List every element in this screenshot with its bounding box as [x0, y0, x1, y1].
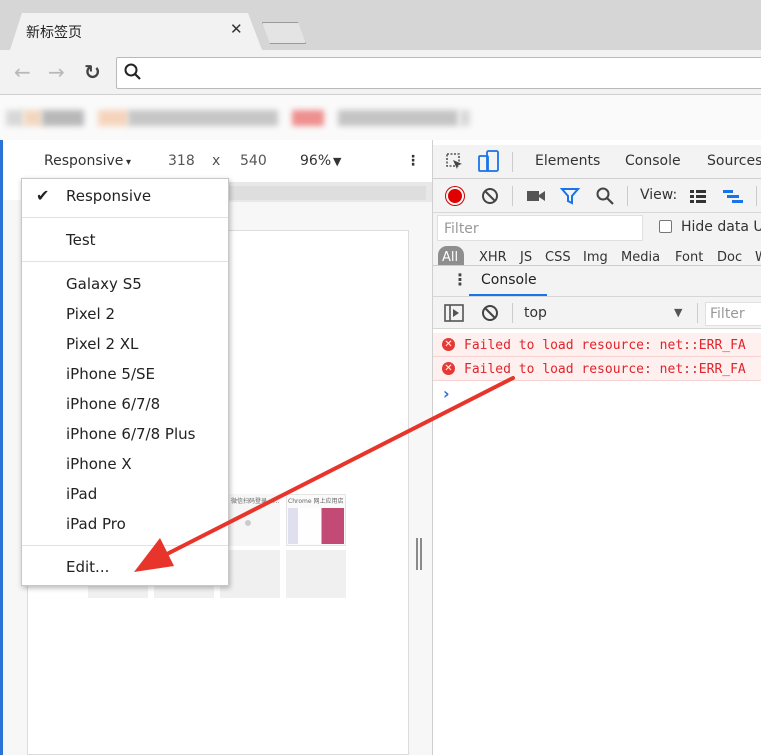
device-select[interactable]: Responsive: [44, 153, 123, 169]
filter-doc[interactable]: Doc: [717, 250, 742, 265]
error-icon: ✕: [442, 362, 455, 375]
filter-icon[interactable]: [560, 186, 580, 206]
thumbnail-dot: [245, 520, 251, 526]
view-label: View:: [640, 187, 678, 203]
clear-icon[interactable]: [480, 186, 500, 206]
blurred-block: [128, 110, 278, 126]
filter-media[interactable]: Media: [621, 250, 660, 265]
menu-item-ipad[interactable]: iPad: [66, 485, 97, 503]
hide-data-urls-checkbox[interactable]: [659, 220, 672, 233]
blurred-block: [292, 110, 324, 126]
console-error-message: Failed to load resource: net::ERR_FA: [464, 362, 746, 377]
toolbar-divider: [512, 152, 513, 172]
toolbar-divider: [756, 186, 757, 206]
more-options-icon[interactable]: ⋮: [406, 153, 420, 169]
thumbnail-image: [288, 508, 344, 544]
checkmark-icon: ✔: [36, 186, 50, 205]
window-edge: [0, 140, 3, 755]
tab-elements[interactable]: Elements: [535, 153, 600, 169]
menu-item-iphone-5-se[interactable]: iPhone 5/SE: [66, 365, 155, 383]
filter-img[interactable]: Img: [583, 250, 608, 265]
blurred-block: [24, 110, 42, 126]
filter-all[interactable]: All: [442, 250, 458, 265]
active-tab-indicator: [469, 294, 547, 296]
filter-font[interactable]: Font: [675, 250, 703, 265]
network-filter-input[interactable]: Filter: [437, 215, 643, 241]
blurred-block: [6, 110, 24, 126]
blurred-block: [42, 110, 84, 126]
video-camera-icon[interactable]: [526, 187, 546, 205]
drawer-tab-console[interactable]: Console: [481, 272, 537, 288]
width-input[interactable]: 318: [168, 153, 195, 169]
menu-item-galaxy-s5[interactable]: Galaxy S5: [66, 275, 142, 293]
error-icon: ✕: [442, 338, 455, 351]
menu-item-test[interactable]: Test: [66, 231, 96, 249]
screen: 新标签页 ✕ ← → ↻ Responsive ▾ 318 x 540 96% …: [0, 0, 761, 755]
reload-button[interactable]: ↻: [84, 61, 101, 83]
clear-console-icon[interactable]: [480, 303, 500, 323]
context-caret-icon: ▼: [674, 306, 683, 319]
menu-item-iphone-x[interactable]: iPhone X: [66, 455, 132, 473]
sidebar-toggle-icon[interactable]: [444, 304, 464, 322]
menu-divider: [22, 545, 228, 546]
context-select[interactable]: top: [524, 305, 547, 321]
menu-item-pixel-2[interactable]: Pixel 2: [66, 305, 115, 323]
back-button[interactable]: ←: [14, 61, 31, 83]
tab-console[interactable]: Console: [625, 153, 681, 169]
console-filter-placeholder: Filter: [710, 306, 745, 322]
menu-item-pixel-2-xl[interactable]: Pixel 2 XL: [66, 335, 138, 353]
thumbnail-caption: Chrome 网上应用店: [288, 498, 344, 505]
menu-divider: [22, 261, 228, 262]
chevron-down-icon: ▾: [126, 157, 132, 168]
list-view-icon[interactable]: [689, 188, 707, 204]
filter-css[interactable]: CSS: [545, 250, 571, 265]
menu-divider: [22, 217, 228, 218]
drawer-menu-icon[interactable]: ⋮: [452, 270, 468, 289]
tab-title[interactable]: 新标签页: [26, 22, 82, 42]
toolbar-divider: [627, 186, 628, 206]
thumbnail[interactable]: [220, 550, 280, 598]
menu-item-ipad-pro[interactable]: iPad Pro: [66, 515, 126, 533]
search-icon[interactable]: [595, 186, 615, 206]
close-tab-icon[interactable]: ✕: [230, 20, 243, 38]
waterfall-view-icon[interactable]: [722, 188, 744, 204]
filter-xhr[interactable]: XHR: [479, 250, 507, 265]
toolbar-divider: [697, 303, 698, 323]
console-prompt[interactable]: ›: [443, 384, 450, 403]
thumbnail-caption: 微信扫码登录 - P...: [231, 498, 279, 505]
resize-handle[interactable]: [416, 538, 422, 570]
toolbar-divider: [512, 186, 513, 206]
toolbar-divider: [512, 303, 513, 323]
filter-js[interactable]: JS: [520, 250, 532, 265]
height-input[interactable]: 540: [240, 153, 267, 169]
device-toolbar-icon[interactable]: [478, 150, 500, 174]
search-icon: [124, 63, 141, 80]
zoom-caret-icon: ▼: [333, 155, 342, 168]
filter-ws[interactable]: W: [755, 250, 761, 265]
menu-item-iphone-6-7-8[interactable]: iPhone 6/7/8: [66, 395, 160, 413]
forward-button[interactable]: →: [48, 61, 65, 83]
menu-item-edit[interactable]: Edit...: [66, 558, 109, 576]
record-button[interactable]: [446, 187, 464, 205]
address-bar[interactable]: [116, 57, 761, 89]
menu-item-responsive[interactable]: Responsive: [66, 187, 151, 205]
blurred-block: [338, 110, 458, 126]
zoom-select[interactable]: 96%: [300, 153, 331, 169]
dimension-separator: x: [212, 153, 221, 169]
menu-item-iphone-6-7-8-plus[interactable]: iPhone 6/7/8 Plus: [66, 425, 195, 443]
inspect-element-icon[interactable]: [445, 152, 465, 172]
console-error-message: Failed to load resource: net::ERR_FA: [464, 338, 746, 353]
blurred-block: [460, 110, 470, 126]
thumbnail[interactable]: [286, 550, 346, 598]
tab-sources[interactable]: Sources: [707, 153, 761, 169]
blurred-block: [98, 110, 128, 126]
hide-data-urls-label: Hide data U: [681, 219, 761, 235]
